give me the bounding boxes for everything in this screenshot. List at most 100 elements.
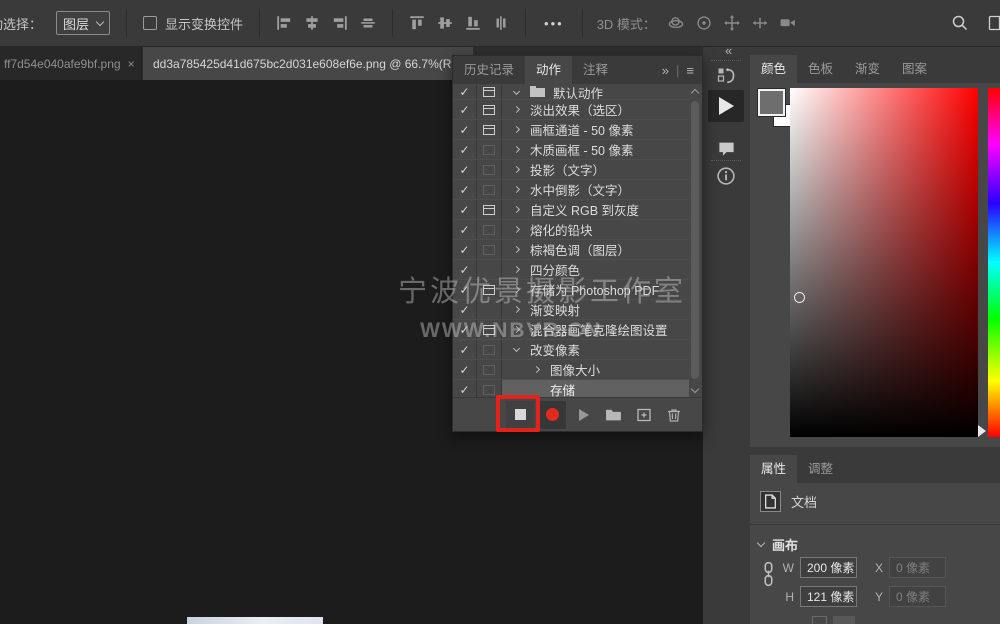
action-dialog-toggle[interactable] bbox=[477, 300, 502, 319]
action-row[interactable]: ✓存储 bbox=[453, 380, 689, 397]
stop-recording-button[interactable] bbox=[506, 401, 534, 429]
record-button[interactable] bbox=[538, 401, 566, 429]
action-row[interactable]: ✓四分颜色 bbox=[453, 260, 689, 280]
action-enabled-toggle[interactable]: ✓ bbox=[453, 380, 477, 397]
play-action-button[interactable] bbox=[570, 401, 598, 429]
action-enabled-toggle[interactable]: ✓ bbox=[453, 200, 477, 219]
info-panel-button[interactable] bbox=[708, 160, 744, 192]
3d-orbit-icon[interactable] bbox=[667, 14, 685, 32]
canvas-section-header[interactable]: 画布 bbox=[758, 535, 798, 554]
chevron-right-icon[interactable] bbox=[513, 206, 520, 213]
show-transform-checkbox[interactable] bbox=[143, 16, 157, 30]
action-dialog-toggle[interactable] bbox=[477, 160, 502, 179]
action-row[interactable]: ✓存储为 Photoshop PDF bbox=[453, 280, 689, 300]
tab-adjustments[interactable]: 调整 bbox=[797, 455, 844, 483]
scroll-down-icon[interactable] bbox=[691, 385, 699, 393]
action-dialog-toggle[interactable] bbox=[477, 260, 502, 279]
chevron-down-icon[interactable] bbox=[513, 87, 520, 94]
tab-color[interactable]: 颜色 bbox=[750, 55, 797, 83]
action-dialog-toggle[interactable] bbox=[477, 360, 502, 379]
chevron-down-icon[interactable] bbox=[513, 345, 520, 352]
action-row[interactable]: ✓自定义 RGB 到灰度 bbox=[453, 200, 689, 220]
align-middle-vertical-icon[interactable] bbox=[436, 14, 454, 32]
chevron-right-icon[interactable] bbox=[513, 106, 520, 113]
chevron-right-icon[interactable] bbox=[513, 306, 520, 313]
delete-action-button[interactable] bbox=[660, 401, 688, 429]
action-enabled-toggle[interactable]: ✓ bbox=[453, 240, 477, 259]
action-enabled-toggle[interactable]: ✓ bbox=[453, 360, 477, 379]
more-options-button[interactable]: ••• bbox=[544, 16, 564, 31]
align-bottom-icon[interactable] bbox=[464, 14, 482, 32]
action-row[interactable]: ✓渐变映射 bbox=[453, 300, 689, 320]
new-action-button[interactable] bbox=[630, 401, 658, 429]
action-dialog-toggle[interactable] bbox=[477, 320, 502, 339]
y-input[interactable]: 0 像素 bbox=[889, 586, 946, 607]
action-dialog-toggle[interactable] bbox=[477, 240, 502, 259]
x-input[interactable]: 0 像素 bbox=[889, 557, 946, 578]
tab-history[interactable]: 历史记录 bbox=[453, 56, 525, 84]
distribute-vertical-icon[interactable] bbox=[492, 14, 510, 32]
action-enabled-toggle[interactable]: ✓ bbox=[453, 85, 477, 99]
action-enabled-toggle[interactable]: ✓ bbox=[453, 100, 477, 119]
width-input[interactable]: 200 像素 bbox=[800, 557, 857, 578]
actions-panel-button[interactable] bbox=[708, 90, 744, 122]
new-action-set-button[interactable] bbox=[599, 401, 627, 429]
chevron-right-icon[interactable] bbox=[513, 126, 520, 133]
align-top-icon[interactable] bbox=[408, 14, 426, 32]
chevron-right-icon[interactable] bbox=[513, 146, 520, 153]
action-enabled-toggle[interactable]: ✓ bbox=[453, 160, 477, 179]
link-dimensions-icon[interactable] bbox=[763, 561, 774, 592]
tab-properties[interactable]: 属性 bbox=[750, 455, 797, 483]
height-input[interactable]: 121 像素 bbox=[800, 586, 857, 607]
layer-type-dropdown[interactable]: 图层 bbox=[56, 11, 110, 35]
action-enabled-toggle[interactable]: ✓ bbox=[453, 260, 477, 279]
action-row[interactable]: ✓投影（文字） bbox=[453, 160, 689, 180]
collapse-panels-icon[interactable]: « bbox=[725, 43, 732, 58]
close-tab-icon[interactable]: × bbox=[128, 57, 135, 71]
action-enabled-toggle[interactable]: ✓ bbox=[453, 300, 477, 319]
foreground-color-swatch[interactable] bbox=[758, 89, 785, 116]
action-dialog-toggle[interactable] bbox=[477, 120, 502, 139]
action-enabled-toggle[interactable]: ✓ bbox=[453, 140, 477, 159]
3d-pan-icon[interactable] bbox=[723, 14, 741, 32]
action-dialog-toggle[interactable] bbox=[477, 380, 502, 397]
action-row[interactable]: ✓图像大小 bbox=[453, 360, 689, 380]
tab-gradients[interactable]: 渐变 bbox=[844, 55, 891, 83]
tab-swatches[interactable]: 色板 bbox=[797, 55, 844, 83]
action-dialog-toggle[interactable] bbox=[477, 280, 502, 299]
action-dialog-toggle[interactable] bbox=[477, 100, 502, 119]
hue-slider[interactable] bbox=[988, 88, 1000, 437]
action-enabled-toggle[interactable]: ✓ bbox=[453, 120, 477, 139]
chevron-right-icon[interactable] bbox=[513, 226, 520, 233]
action-enabled-toggle[interactable]: ✓ bbox=[453, 220, 477, 239]
action-dialog-toggle[interactable] bbox=[477, 85, 502, 99]
align-right-icon[interactable] bbox=[331, 14, 349, 32]
chevron-right-icon[interactable] bbox=[513, 186, 520, 193]
align-center-horizontal-icon[interactable] bbox=[303, 14, 321, 32]
chevron-right-icon[interactable] bbox=[513, 266, 520, 273]
action-row[interactable]: ✓水中倒影（文字） bbox=[453, 180, 689, 200]
search-icon[interactable] bbox=[951, 14, 969, 32]
action-row[interactable]: ✓棕褐色调（图层） bbox=[453, 240, 689, 260]
scrollbar-thumb[interactable] bbox=[691, 101, 699, 379]
action-row[interactable]: ✓画框通道 - 50 像素 bbox=[453, 120, 689, 140]
action-row[interactable]: ✓改变像素 bbox=[453, 340, 689, 360]
action-enabled-toggle[interactable]: ✓ bbox=[453, 340, 477, 359]
action-enabled-toggle[interactable]: ✓ bbox=[453, 280, 477, 299]
distribute-horizontal-icon[interactable] bbox=[359, 14, 377, 32]
saturation-brightness-field[interactable] bbox=[790, 88, 978, 437]
action-row[interactable]: ✓木质画框 - 50 像素 bbox=[453, 140, 689, 160]
document-tab-inactive[interactable]: ff7d54e040afe9bf.png × bbox=[0, 47, 142, 80]
3d-slide-icon[interactable] bbox=[751, 14, 769, 32]
chevron-right-icon[interactable] bbox=[513, 166, 520, 173]
tab-notes[interactable]: 注释 bbox=[572, 56, 619, 84]
document-tab-active[interactable]: dd3a785425d41d675bc2d031e608ef6e.png @ 6… bbox=[143, 47, 473, 80]
action-dialog-toggle[interactable] bbox=[477, 220, 502, 239]
action-row[interactable]: ✓熔化的铅块 bbox=[453, 220, 689, 240]
workspace-icon[interactable] bbox=[988, 14, 1000, 32]
action-row[interactable]: ✓默认动作 bbox=[453, 85, 689, 100]
action-enabled-toggle[interactable]: ✓ bbox=[453, 180, 477, 199]
actions-scrollbar[interactable] bbox=[689, 85, 701, 397]
chevron-right-icon[interactable] bbox=[533, 366, 540, 373]
action-row[interactable]: ✓淡出效果（选区） bbox=[453, 100, 689, 120]
